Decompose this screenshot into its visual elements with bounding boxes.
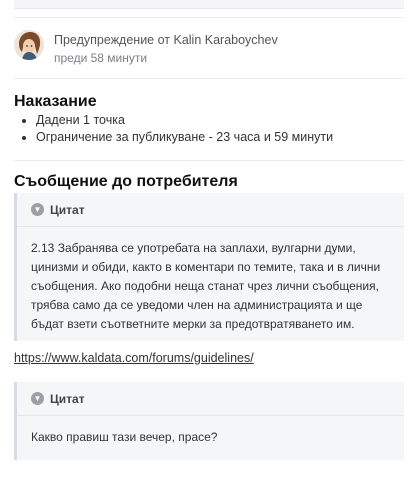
message-heading: Съобщение до потребителя — [14, 173, 238, 190]
quote-label: Цитат — [50, 391, 85, 406]
quote-text: Какво правиш тази вечер, прасе? — [31, 430, 218, 444]
user-avatar-icon — [14, 30, 44, 60]
punishment-heading: Наказание — [14, 93, 97, 110]
punishment-list: Дадени 1 точка Ограничение за публикуван… — [14, 112, 416, 146]
chevron-down-icon: ▼ — [31, 392, 44, 405]
divider — [14, 17, 404, 18]
warning-header: Предупреждение от Kalin Karaboychev пред… — [14, 30, 404, 66]
divider — [14, 160, 404, 161]
warning-timestamp: преди 58 минути — [54, 51, 148, 65]
avatar[interactable] — [14, 30, 44, 60]
warning-title: Предупреждение от Kalin Karaboychev — [54, 33, 278, 47]
chevron-down-icon: ▼ — [31, 203, 44, 216]
quote-label: Цитат — [50, 202, 85, 217]
previous-card — [14, 0, 404, 9]
guidelines-link[interactable]: https://www.kaldata.com/forums/guideline… — [14, 351, 254, 365]
list-item: Дадени 1 точка — [36, 112, 416, 129]
quote-header[interactable]: ▼ Цитат — [17, 382, 404, 416]
quote-block: ▼ Цитат Какво правиш тази вечер, прасе? — [14, 382, 404, 460]
quote-header[interactable]: ▼ Цитат — [17, 193, 404, 227]
list-item: Ограничение за публикуване - 23 часа и 5… — [36, 129, 416, 146]
quote-block: ▼ Цитат 2.13 Забранява се употребата на … — [14, 193, 404, 341]
divider — [14, 78, 404, 79]
quote-text: 2.13 Забранява се употребата на заплахи,… — [31, 241, 381, 331]
